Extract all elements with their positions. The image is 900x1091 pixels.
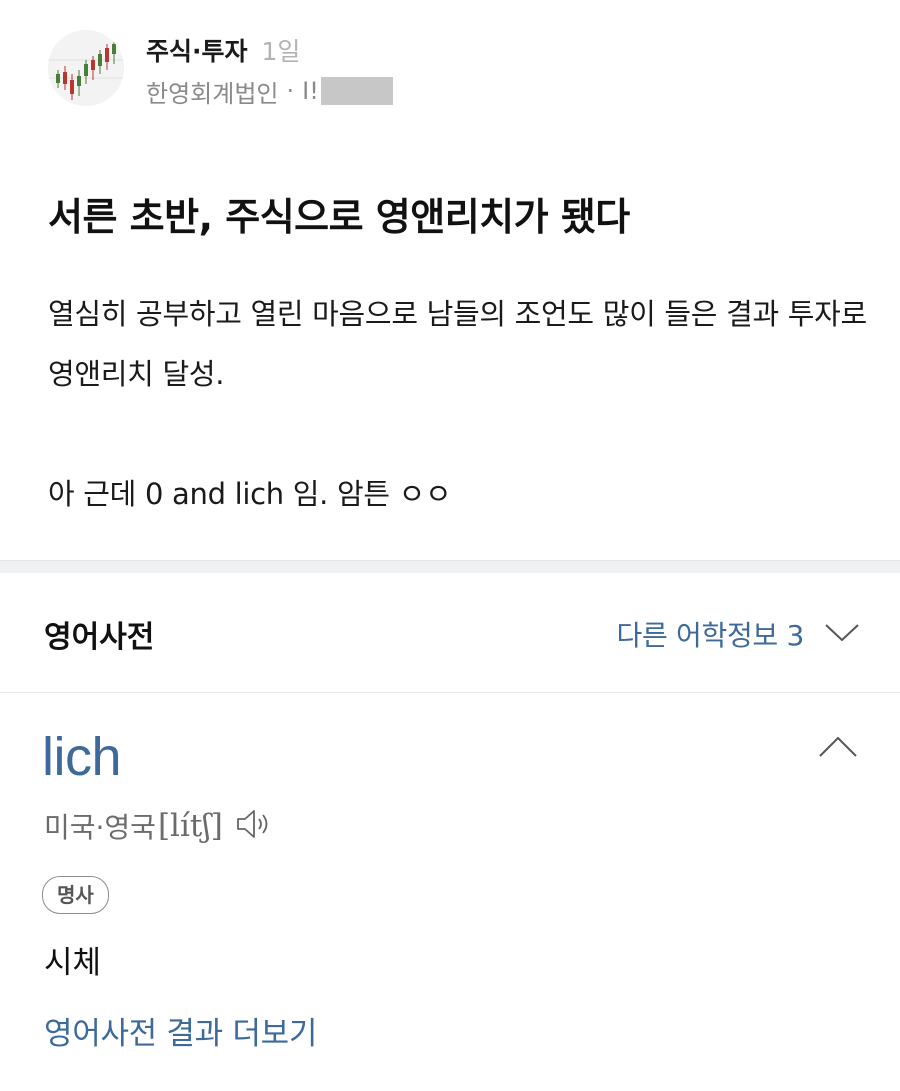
dictionary-section-title: 영어사전	[44, 620, 155, 655]
chevron-down-icon	[822, 620, 862, 648]
redacted-nickname-block	[320, 77, 393, 105]
pronunciation-ipa: [lítʃ]	[157, 808, 223, 844]
post-header: 주식·투자 1일 한영회계법인 · I!	[48, 30, 868, 112]
pronunciation-region: 미국·영국	[44, 811, 156, 844]
board-name-link[interactable]: 주식·투자	[146, 37, 248, 66]
board-line: 주식·투자 1일	[146, 32, 300, 66]
post-body: 열심히 공부하고 열린 마음으로 남들의 조언도 많이 들은 결과 투자로 영앤…	[48, 284, 868, 524]
author-separator: ·	[286, 77, 295, 105]
pronunciation-line: 미국·영국 [lítʃ]	[44, 806, 273, 846]
board-avatar-stock-chart-icon[interactable]	[48, 30, 124, 106]
other-language-info-button[interactable]: 다른 어학정보 3	[617, 614, 862, 654]
post-title: 서른 초반, 주식으로 영앤리치가 됐다	[48, 195, 630, 239]
author-line[interactable]: 한영회계법인 · I!	[146, 74, 393, 108]
post-paragraph: 열심히 공부하고 열린 마음으로 남들의 조언도 많이 들은 결과 투자로 영앤…	[48, 297, 867, 391]
other-language-info-label: 다른 어학정보 3	[616, 619, 805, 652]
speaker-icon[interactable]	[235, 807, 273, 845]
author-nickname: I!	[302, 77, 319, 105]
part-of-speech-badge: 명사	[42, 876, 109, 914]
dictionary-more-results-link[interactable]: 영어사전 결과 더보기	[44, 1008, 317, 1053]
chevron-up-icon[interactable]	[816, 732, 860, 764]
post-time: 1일	[261, 37, 301, 66]
stock-chart-icon	[48, 30, 124, 106]
dictionary-headword[interactable]: lich	[42, 726, 122, 788]
word-meaning: 시체	[44, 945, 102, 981]
post-paragraph: 아 근데 0 and lich 임. 암튼 ㅇㅇ	[48, 477, 452, 511]
author-company: 한영회계법인	[146, 79, 279, 108]
dictionary-header: 영어사전 다른 어학정보 3	[0, 572, 900, 693]
